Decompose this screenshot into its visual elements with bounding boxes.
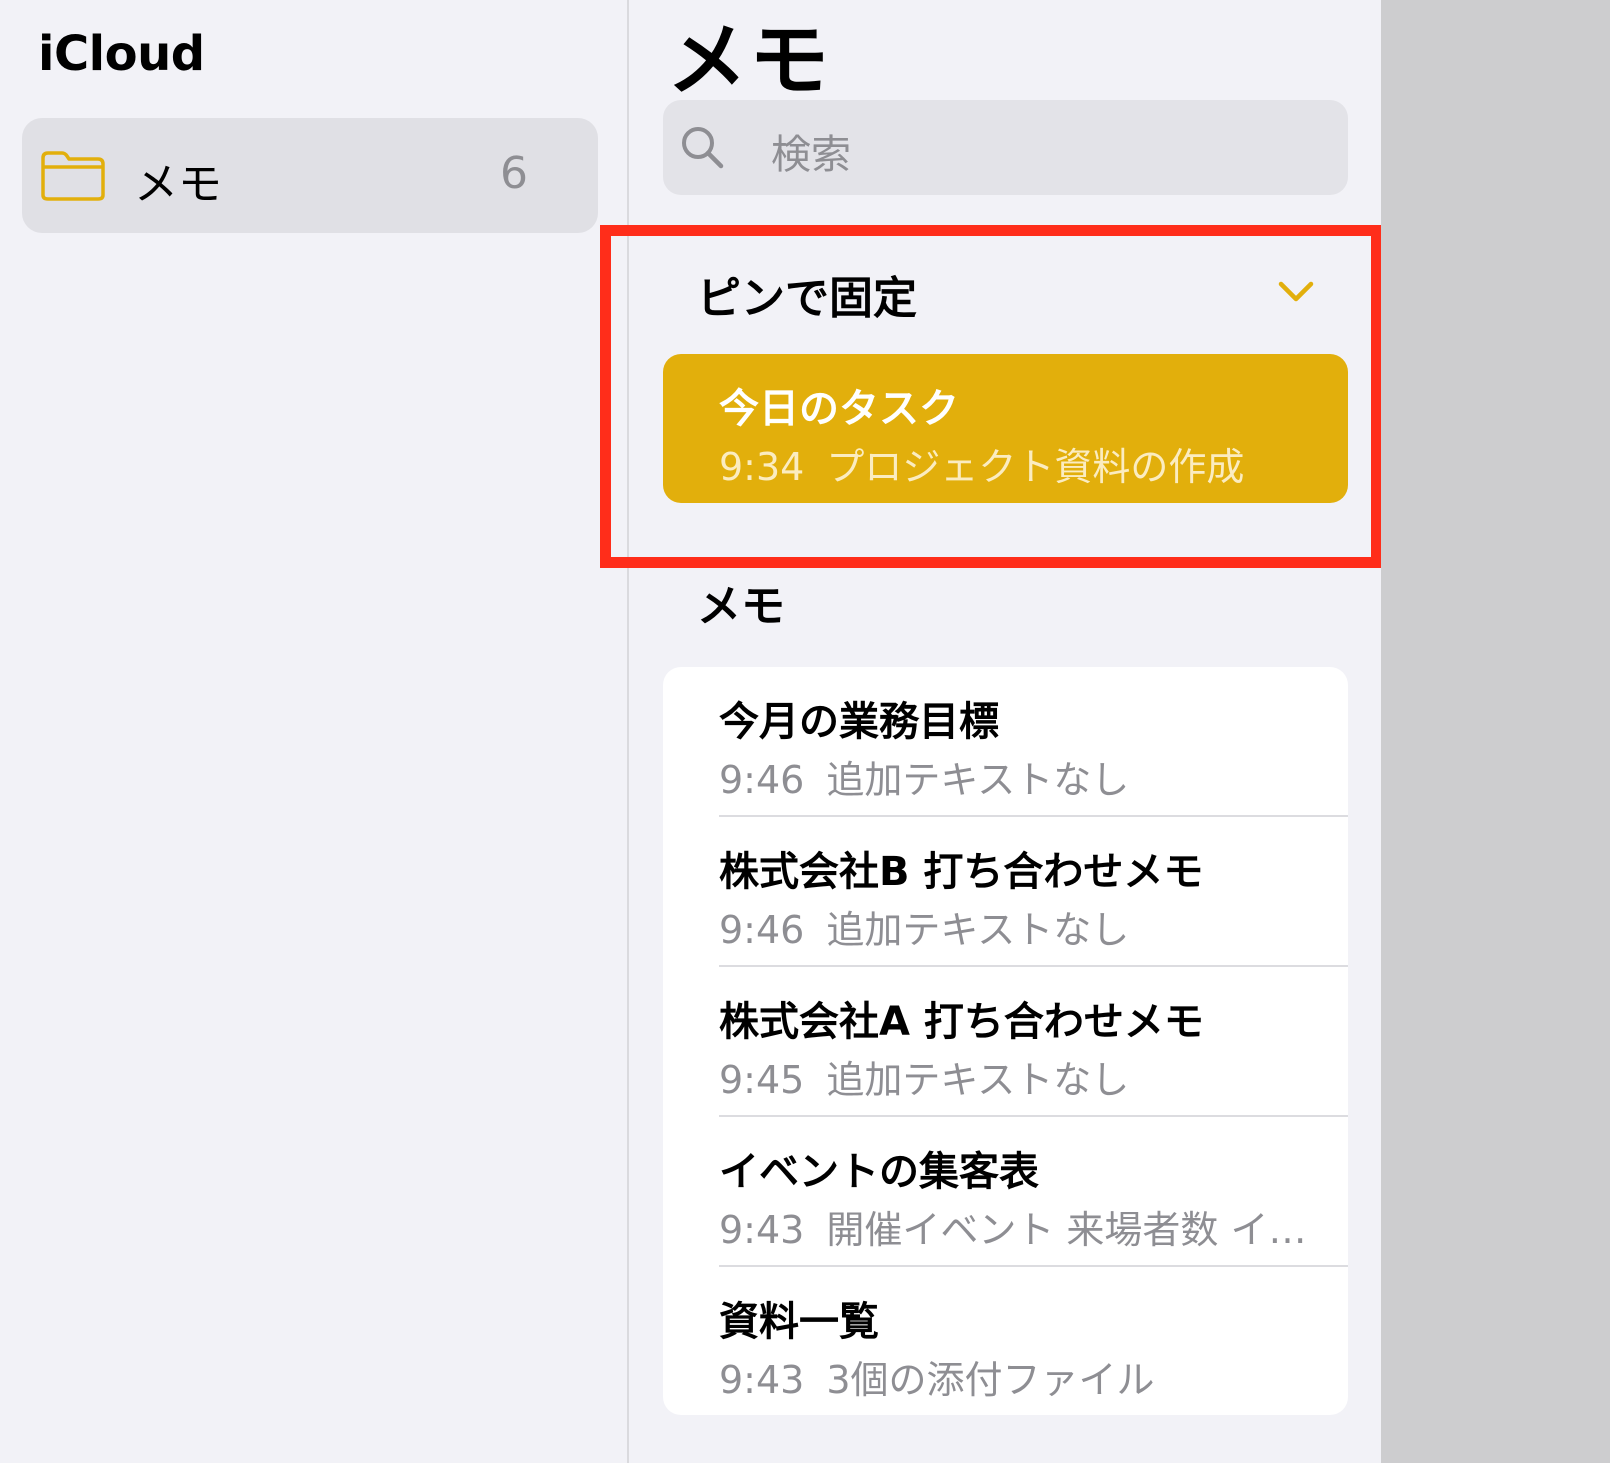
note-time: 9:46 [719,908,805,952]
pinned-note[interactable]: 今日のタスク 9:34 プロジェクト資料の作成 [663,354,1348,503]
note-title: 資料一覧 [719,1299,879,1345]
notes-section-header: メモ [697,581,785,632]
note-title: 株式会社A 打ち合わせメモ [719,999,1204,1045]
chevron-down-icon[interactable] [1277,278,1315,306]
list-item[interactable]: 資料一覧 9:43 3個の添付ファイル [663,1267,1348,1415]
account-title: iCloud [38,26,205,82]
note-title: 今日のタスク [719,386,959,432]
folder-icon [41,151,105,201]
note-preview: 追加テキストなし [826,758,1130,802]
note-preview: 3個の添付ファイル [826,1358,1155,1402]
note-subtitle: 9:43 開催イベント 来場者数 イ… [719,1199,1307,1254]
note-preview: プロジェクト資料の作成 [826,445,1245,489]
list-item[interactable]: 今月の業務目標 9:46 追加テキストなし [663,667,1348,817]
page-title: メモ [667,14,831,107]
sidebar-item-memo-folder[interactable]: メモ 6 [22,118,598,233]
note-subtitle: 9:46 追加テキストなし [719,749,1129,804]
search-placeholder: 検索 [771,132,851,178]
note-time: 9:34 [719,445,805,489]
list-item[interactable]: 株式会社A 打ち合わせメモ 9:45 追加テキストなし [663,967,1348,1117]
list-item[interactable]: イベントの集客表 9:43 開催イベント 来場者数 イ… [663,1117,1348,1267]
notes-list-pane: メモ 検索 ピンで固定 今日のタスク 9:34 プロジェクト資料の作成 メモ 今月… [600,0,1382,1463]
folder-count: 6 [500,148,528,199]
sidebar: iCloud メモ 6 [0,0,629,1463]
note-subtitle: 9:43 3個の添付ファイル [719,1349,1155,1404]
note-preview: 追加テキストなし [826,1058,1130,1102]
note-title: 今月の業務目標 [719,699,999,745]
list-item[interactable]: 株式会社B 打ち合わせメモ 9:46 追加テキストなし [663,817,1348,967]
note-time: 9:43 [719,1208,805,1252]
detail-pane [1381,0,1610,1463]
search-icon [682,127,724,169]
note-preview: 開催イベント 来場者数 イ… [826,1208,1307,1252]
note-time: 9:46 [719,758,805,802]
note-preview: 追加テキストなし [826,908,1130,952]
note-subtitle: 9:46 追加テキストなし [719,899,1129,954]
note-subtitle: 9:34 プロジェクト資料の作成 [719,436,1244,491]
search-input[interactable]: 検索 [663,100,1348,195]
note-title: 株式会社B 打ち合わせメモ [719,849,1204,895]
note-title: イベントの集客表 [719,1149,1039,1195]
note-subtitle: 9:45 追加テキストなし [719,1049,1129,1104]
note-time: 9:43 [719,1358,805,1402]
pinned-section-header: ピンで固定 [697,273,917,324]
notes-list: 今月の業務目標 9:46 追加テキストなし 株式会社B 打ち合わせメモ 9:46 追… [663,667,1348,1415]
folder-label: メモ [134,159,222,210]
note-time: 9:45 [719,1058,805,1102]
